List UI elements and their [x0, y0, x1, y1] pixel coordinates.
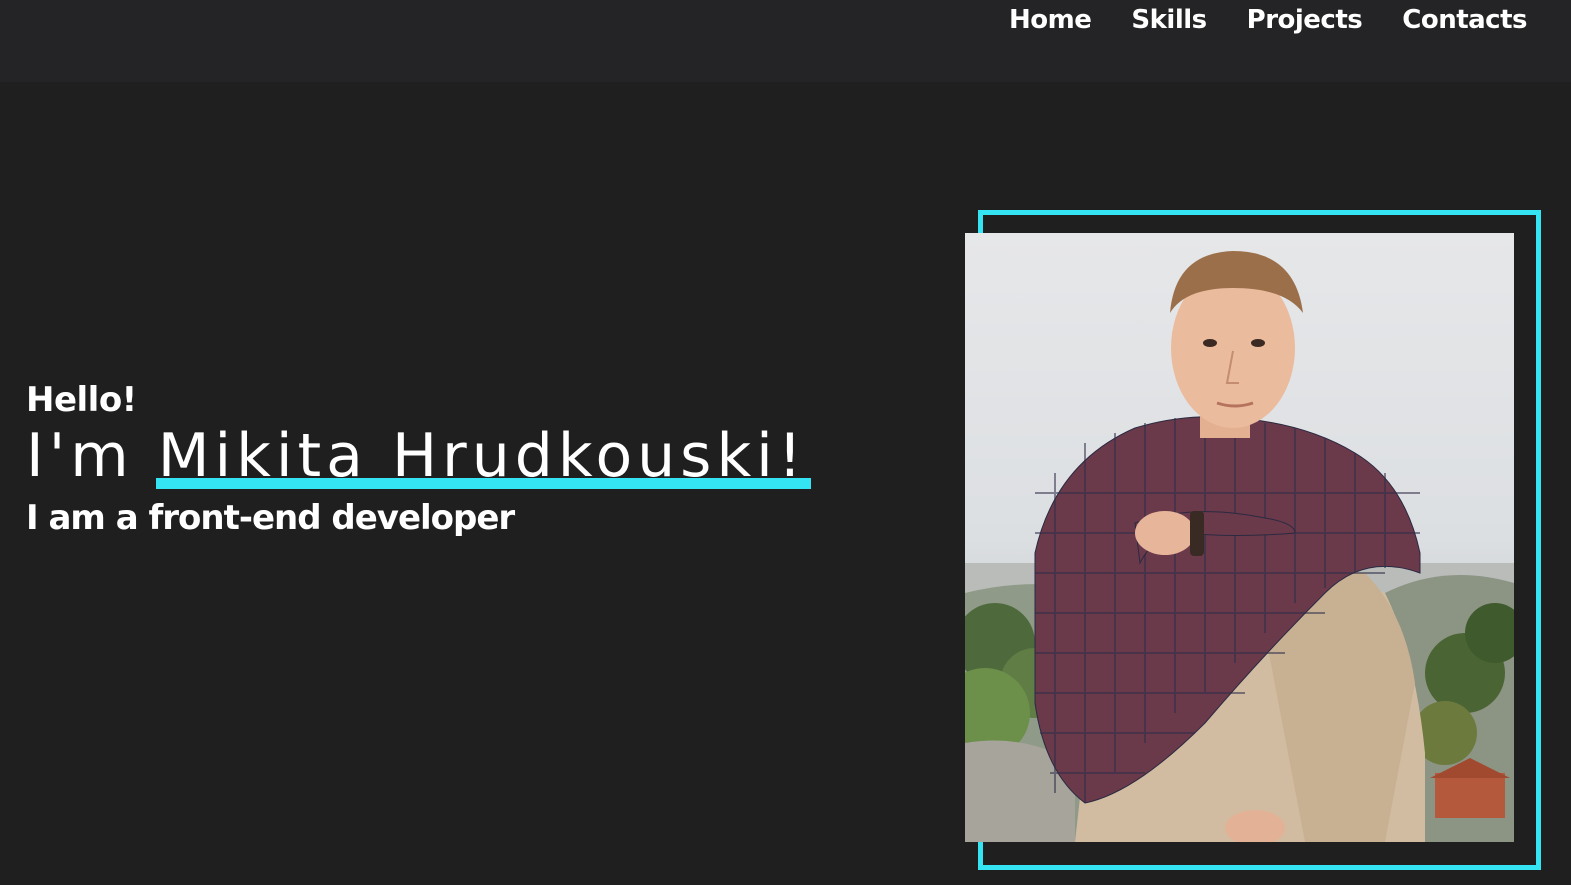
nav-link-projects[interactable]: Projects	[1247, 2, 1363, 38]
greeting-text: Hello!	[26, 380, 137, 420]
name-text: Mikita Hrudkouski!	[157, 421, 807, 491]
nav-item-contacts: Contacts	[1402, 2, 1527, 38]
nav-item-home: Home	[1009, 2, 1092, 38]
nav-link-home[interactable]: Home	[1009, 2, 1092, 38]
name-highlight: Mikita Hrudkouski!	[155, 418, 811, 494]
nav-item-projects: Projects	[1247, 2, 1363, 38]
role-text: I am a front-end developer	[26, 498, 515, 538]
site-header: Home Skills Projects Contacts	[0, 0, 1571, 82]
nav-link-contacts[interactable]: Contacts	[1402, 2, 1527, 38]
intro-prefix: I'm	[26, 421, 158, 491]
main-nav: Home Skills Projects Contacts	[1009, 2, 1527, 38]
nav-link-skills[interactable]: Skills	[1131, 2, 1207, 38]
profile-photo-illustration	[965, 251, 1514, 842]
nav-item-skills: Skills	[1131, 2, 1207, 38]
profile-photo	[965, 233, 1514, 842]
hero-section: Hello! I'm Mikita Hrudkouski! I am a fro…	[26, 378, 811, 542]
intro-heading: I'm Mikita Hrudkouski!	[26, 418, 811, 494]
